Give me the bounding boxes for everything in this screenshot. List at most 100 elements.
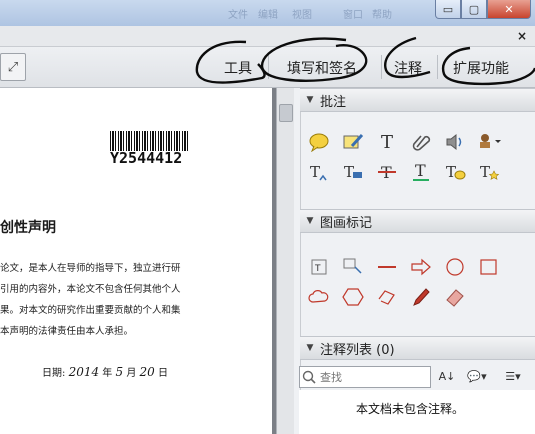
svg-text:T: T	[480, 163, 490, 181]
connected-lines-icon	[378, 290, 395, 305]
highlight-text-tool[interactable]	[336, 127, 370, 157]
svg-text:T: T	[310, 163, 320, 181]
stamp-tool[interactable]	[472, 127, 506, 157]
insert-text-icon: T	[310, 163, 327, 181]
underline-tool[interactable]: T	[404, 157, 438, 187]
stamp-icon	[480, 134, 501, 148]
strikethrough-tool[interactable]: T	[370, 157, 404, 187]
maximize-icon: ▢	[468, 2, 480, 16]
eraser-icon	[446, 289, 464, 307]
attach-file-tool[interactable]	[404, 127, 438, 157]
oval-tool[interactable]	[438, 252, 472, 282]
comment-filter-icon: 💬▾	[467, 369, 487, 383]
annotations-section-header[interactable]: ▼ 批注	[300, 88, 535, 112]
toolbar-separator	[381, 55, 382, 79]
replace-text-icon: T	[344, 163, 362, 181]
text-star-icon: T	[480, 163, 500, 181]
document-heading: 创性声明	[0, 220, 56, 236]
underline-icon: T	[413, 162, 429, 181]
comment-list-section-header[interactable]: ▼ 注释列表 (0)	[300, 336, 535, 360]
arrow-tool[interactable]	[404, 252, 438, 282]
text-box-icon: T	[311, 259, 327, 275]
callout-icon	[343, 258, 362, 274]
connected-lines-tool[interactable]	[370, 282, 404, 312]
tools-tab[interactable]: 工具	[224, 58, 252, 78]
scrollbar-thumb[interactable]	[279, 104, 293, 122]
document-tab-bar	[0, 26, 535, 47]
sort-icon: A↓	[438, 369, 456, 383]
menu-ghost-1: 文件	[228, 10, 248, 21]
strikethrough-icon: T	[378, 163, 396, 182]
menu-ghost-2: 编辑	[258, 10, 278, 21]
polygon-tool[interactable]	[336, 282, 370, 312]
record-audio-tool[interactable]	[438, 127, 472, 157]
date-label: 日期:	[42, 368, 66, 379]
collapse-icon: ▼	[306, 343, 314, 353]
comment-options-button[interactable]: ☰▾	[498, 366, 528, 386]
rectangle-icon	[480, 259, 497, 275]
extend-tab[interactable]: 扩展功能	[453, 58, 509, 78]
minimize-button[interactable]: ▭	[435, 0, 461, 19]
menu-ghost-3: 视图	[292, 10, 312, 21]
collapse-icon: ▼	[306, 216, 314, 226]
annotation-tools: T T T T T T T	[302, 127, 532, 187]
date-year-unit: 年	[102, 368, 113, 379]
replace-text-tool[interactable]: T	[336, 157, 370, 187]
collapse-icon: ▼	[306, 95, 314, 105]
speech-bubble-icon	[309, 133, 329, 152]
document-line: 果。对本文的研究作出重要贡献的个人和集	[0, 305, 181, 316]
paperclip-icon	[412, 135, 431, 151]
filter-comments-button[interactable]: 💬▾	[461, 366, 493, 386]
toolbar-separator	[437, 55, 438, 79]
drawing-section-label: 图画标记	[320, 215, 373, 231]
date-day: 20	[139, 365, 155, 379]
speaker-icon	[446, 133, 462, 151]
close-window-button[interactable]: ✕	[487, 0, 531, 19]
svg-text:T: T	[344, 163, 354, 181]
close-icon: ✕	[504, 2, 514, 16]
sort-button[interactable]: A↓	[436, 366, 458, 386]
vertical-scrollbar[interactable]	[276, 88, 295, 434]
search-input[interactable]	[318, 369, 418, 385]
drawing-section-header[interactable]: ▼ 图画标记	[300, 209, 535, 233]
line-tool[interactable]	[370, 252, 404, 282]
document-line: 引用的内容外，本论文不包含任何其他个人	[0, 284, 181, 295]
date-year: 2014	[68, 365, 100, 379]
line-icon	[378, 266, 396, 268]
pencil-icon	[413, 288, 430, 306]
fit-page-button[interactable]: ⤢	[0, 53, 26, 81]
comment-search[interactable]	[299, 366, 431, 388]
close-document-button[interactable]: ×	[517, 29, 527, 43]
comment-tab[interactable]: 注释	[394, 58, 422, 78]
text-box-tool[interactable]: T	[302, 252, 336, 282]
sticky-note-tool[interactable]	[302, 127, 336, 157]
pencil-tool[interactable]	[404, 282, 438, 312]
svg-text:T: T	[314, 264, 321, 274]
barcode-image	[110, 131, 190, 151]
highlight-pen-icon	[343, 133, 364, 149]
maximize-button[interactable]: ▢	[461, 0, 487, 19]
list-options-icon: ☰▾	[505, 369, 521, 383]
text-star-tool[interactable]: T	[472, 157, 506, 187]
date-month-unit: 月	[126, 368, 137, 379]
menu-ghost-5: 帮助	[372, 10, 392, 21]
add-text-tool[interactable]: T	[370, 127, 404, 157]
cloud-tool[interactable]	[302, 282, 336, 312]
date-month: 5	[115, 365, 124, 379]
fill-sign-tab[interactable]: 填写和签名	[287, 58, 357, 78]
svg-text:T: T	[446, 163, 456, 181]
comment-list-section-label: 注释列表 (0)	[320, 342, 395, 358]
rectangle-tool[interactable]	[472, 252, 506, 282]
insert-text-tool[interactable]: T	[302, 157, 336, 187]
menu-ghost-4: 窗口	[343, 10, 363, 21]
document-line: 本声明的法律责任由本人承担。	[0, 326, 134, 337]
expand-icon: ⤢	[7, 59, 19, 75]
arrow-icon	[411, 258, 431, 276]
date-day-unit: 日	[157, 368, 168, 379]
callout-tool[interactable]	[336, 252, 370, 282]
annotations-section-label: 批注	[320, 94, 347, 110]
text-comment-tool[interactable]: T	[438, 157, 472, 187]
eraser-tool[interactable]	[438, 282, 472, 312]
polygon-icon	[342, 288, 364, 306]
search-icon	[302, 370, 316, 384]
